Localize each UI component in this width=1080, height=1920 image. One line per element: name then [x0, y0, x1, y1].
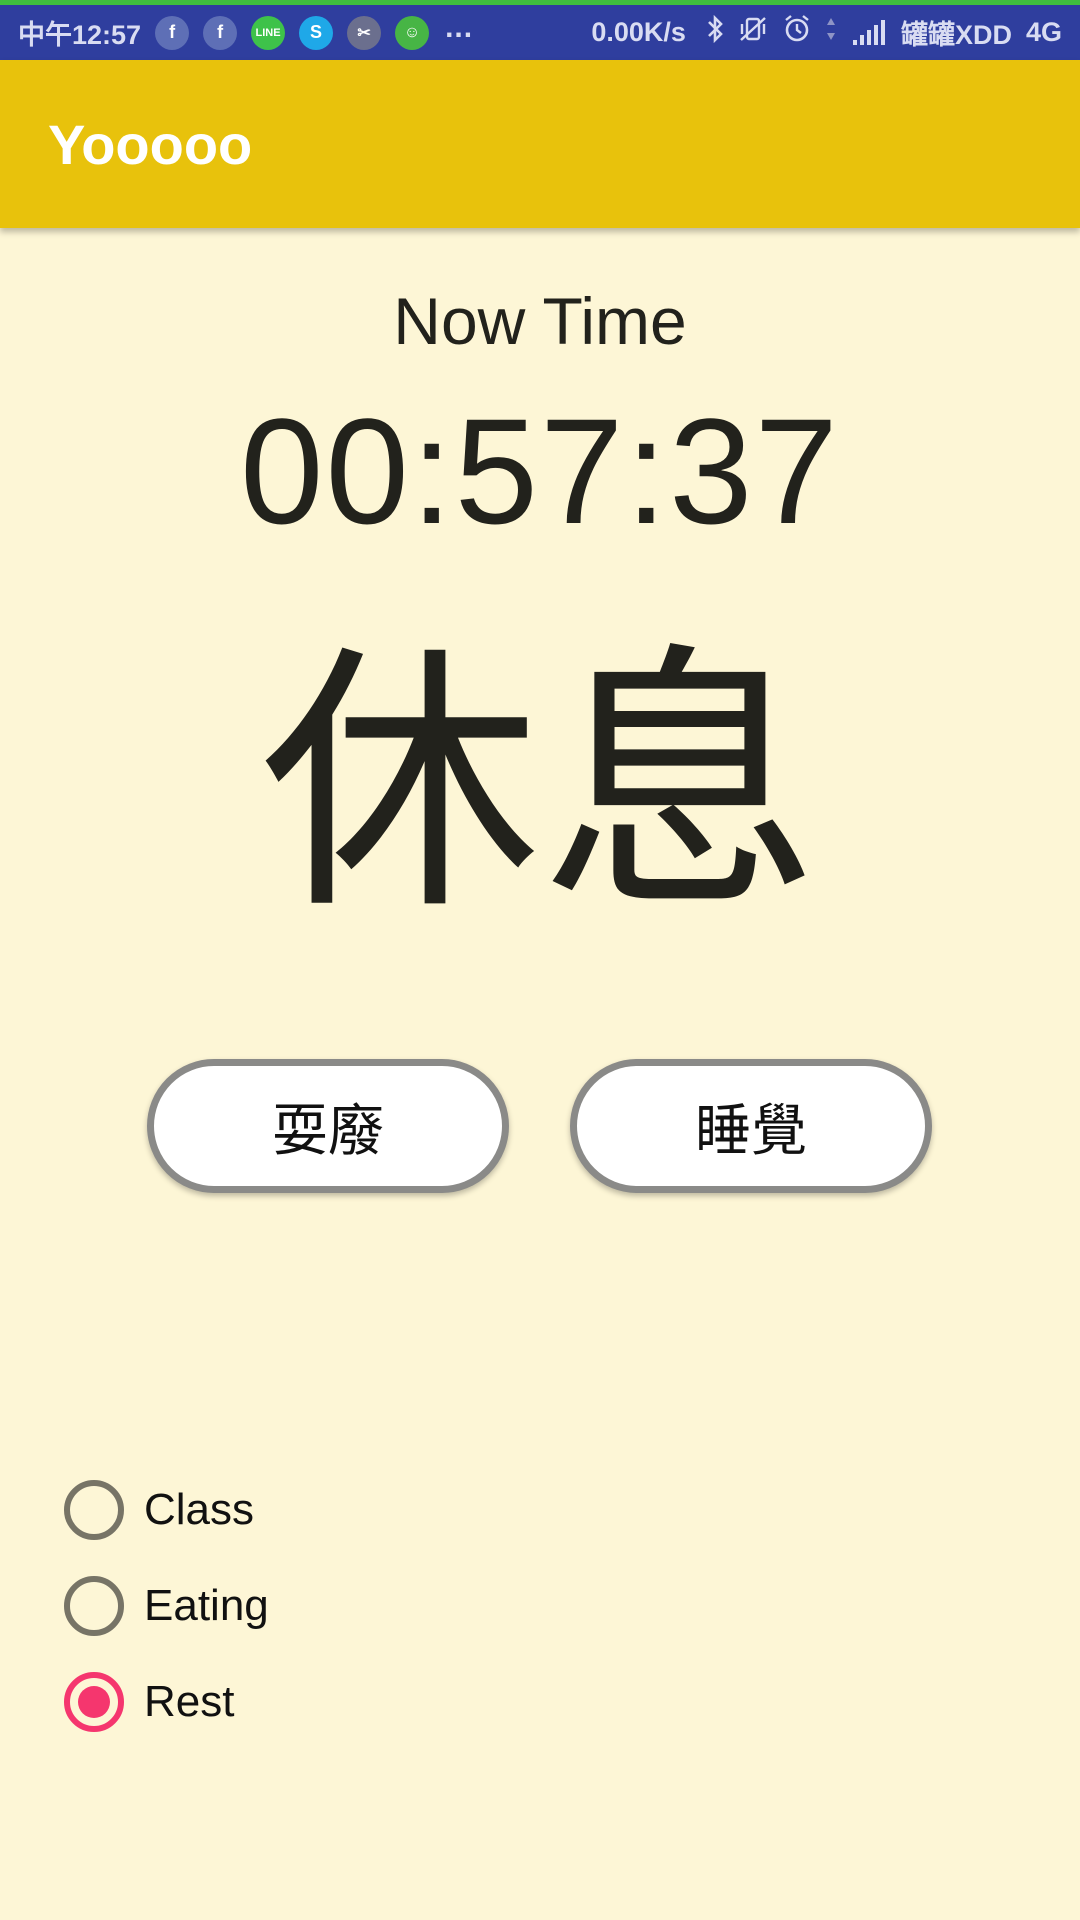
facebook-icon: f	[203, 15, 238, 50]
bluetooth-icon	[706, 14, 724, 50]
scissors-icon: ✂	[347, 15, 382, 50]
radio-selected-dot	[78, 1686, 110, 1718]
facebook-icon: f	[155, 15, 190, 50]
app-title: Yooooo	[48, 113, 253, 176]
signal-strength-icon	[850, 19, 885, 45]
current-time-display: 00:57:37	[240, 387, 840, 555]
frog-icon: ☺	[395, 15, 430, 50]
line-icon: LINE	[251, 15, 286, 50]
radio-button-selected[interactable]	[64, 1672, 124, 1732]
radio-label: Eating	[144, 1581, 269, 1630]
status-time: 中午12:57	[18, 20, 142, 50]
network-speed: 0.00K/s	[591, 17, 686, 47]
app-bar: Yooooo	[0, 60, 1080, 228]
status-bar-left: 中午12:57 f f LINE S ✂ ☺ ...	[18, 10, 474, 52]
radio-option-class[interactable]: Class	[64, 1480, 254, 1540]
more-notifications-icon: ...	[445, 10, 474, 44]
alarm-icon	[782, 14, 812, 51]
radio-option-rest[interactable]: Rest	[64, 1672, 234, 1732]
status-bar: 中午12:57 f f LINE S ✂ ☺ ... 0.00K/s 罐罐XDD…	[0, 0, 1080, 60]
radio-option-eating[interactable]: Eating	[64, 1576, 269, 1636]
vibrate-icon	[738, 15, 768, 50]
radio-label: Rest	[144, 1677, 235, 1726]
radio-label: Class	[144, 1485, 255, 1534]
now-time-label: Now Time	[393, 284, 687, 358]
skype-icon: S	[299, 15, 334, 50]
radio-button[interactable]	[64, 1480, 124, 1540]
data-activity-icon	[826, 15, 836, 50]
status-bar-right: 0.00K/s 罐罐XDD 4G	[591, 13, 1062, 52]
sleep-button[interactable]: 睡覺	[570, 1059, 932, 1193]
carrier-name: 罐罐XDD	[900, 20, 1012, 50]
slack-off-button[interactable]: 耍廢	[147, 1059, 509, 1193]
current-status-text: 休息	[260, 622, 820, 948]
radio-button[interactable]	[64, 1576, 124, 1636]
network-type: 4G	[1025, 17, 1062, 47]
